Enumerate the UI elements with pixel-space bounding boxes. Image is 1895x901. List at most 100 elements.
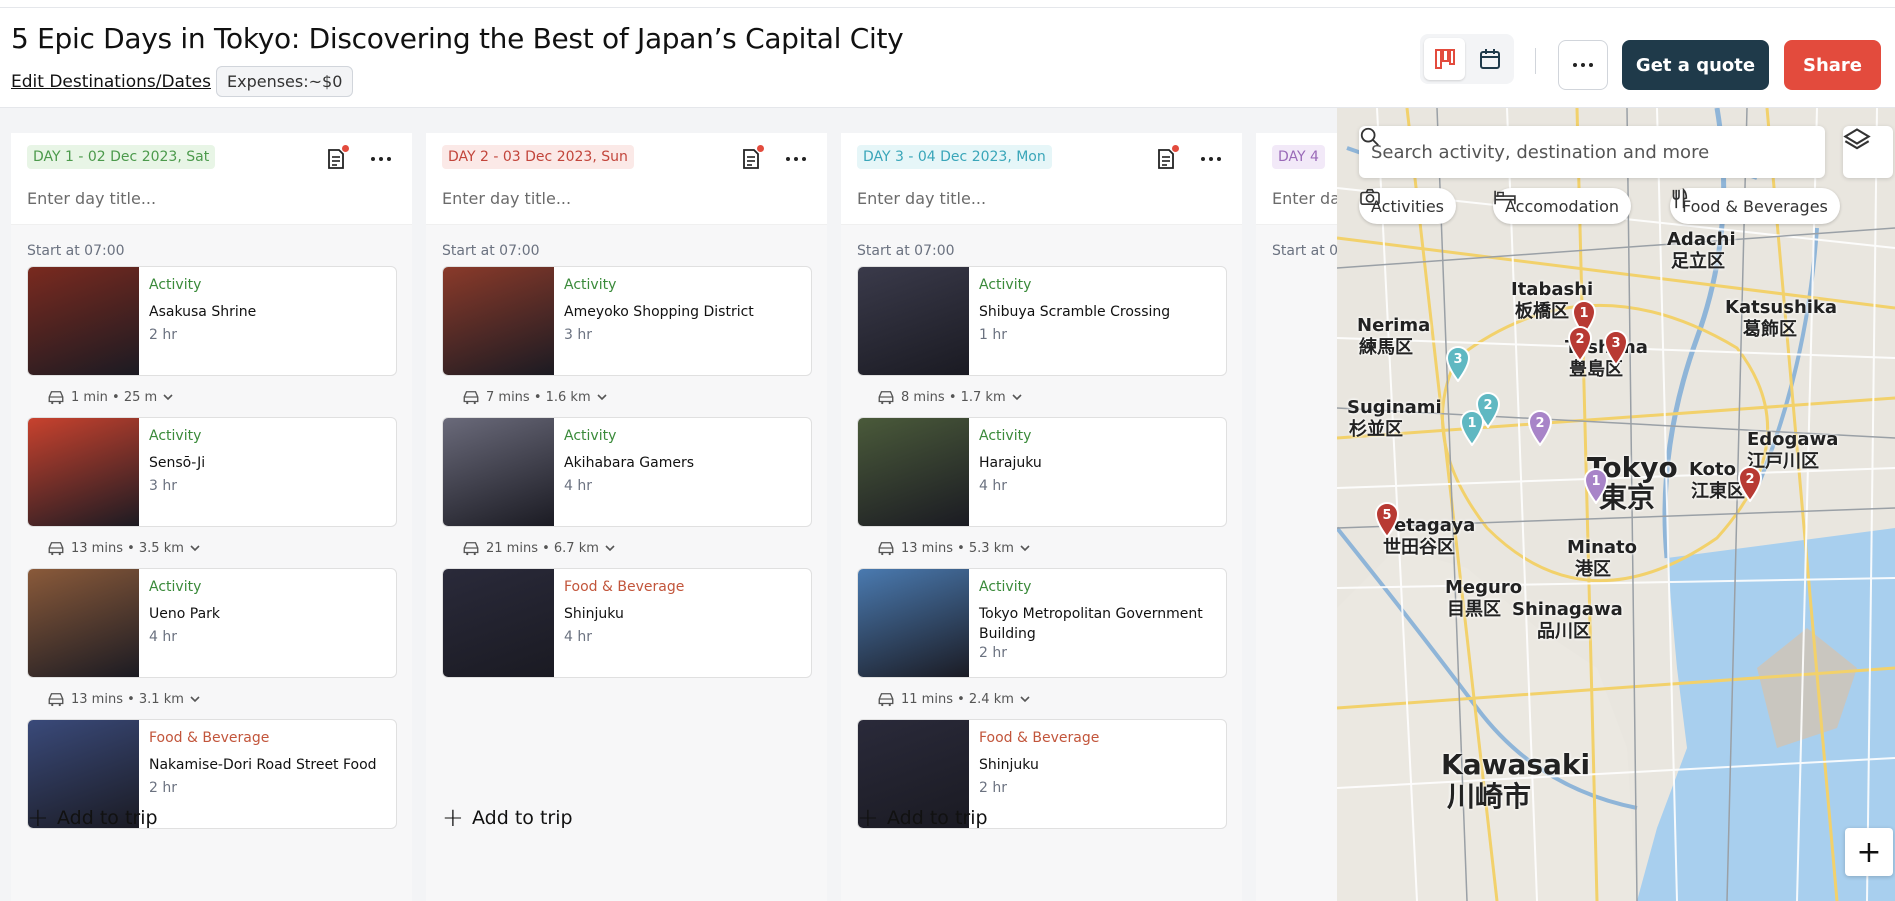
day-date: 04 Dec 2023, Mon [917, 149, 1046, 165]
travel-time[interactable]: 8 mins • 1.7 km [877, 386, 1022, 408]
day-date: 03 Dec 2023, Sun [502, 149, 628, 165]
itinerary-card[interactable]: Activity Sensō-Ji 3 hr [27, 417, 397, 527]
pin-marker-icon: 2 [1737, 466, 1763, 502]
get-quote-button[interactable]: Get a quote [1622, 40, 1769, 90]
expenses-label: Expenses: [227, 72, 309, 91]
accomodation-filter-chip[interactable]: Accomodation [1493, 188, 1632, 224]
chevron-down-icon [605, 545, 615, 552]
itinerary-card[interactable]: Activity Asakusa Shrine 2 hr [27, 266, 397, 376]
place-thumbnail [28, 569, 139, 677]
pin-number: 3 [1611, 336, 1620, 351]
card-duration: 2 hr [149, 780, 177, 796]
travel-text: 13 mins • 3.1 km [71, 691, 184, 707]
card-duration: 3 hr [564, 327, 592, 343]
travel-time[interactable]: 21 mins • 6.7 km [462, 537, 615, 559]
map-pin[interactable]: 1 [1581, 466, 1611, 504]
edit-destinations-link[interactable]: Edit Destinations/Dates [11, 72, 211, 92]
map-pin[interactable]: 2 [1735, 464, 1765, 502]
car-icon [878, 693, 894, 707]
day-number: DAY 4 [1278, 149, 1319, 165]
day-badge: DAY 4 [1272, 145, 1325, 169]
map-search-box [1359, 126, 1825, 178]
start-time: Start at 07:00 [442, 243, 540, 259]
map-pin[interactable]: 3 [1443, 344, 1473, 382]
food-beverages-filter-chip[interactable]: Food & Beverages [1670, 188, 1840, 224]
more-dots-icon [1573, 63, 1593, 67]
day-title-input[interactable] [27, 185, 387, 211]
travel-time[interactable]: 11 mins • 2.4 km [877, 688, 1030, 710]
map-label-kawasaki: Kawasaki [1441, 748, 1591, 781]
card-place-name: Asakusa Shrine [149, 304, 257, 320]
map-pin[interactable]: 2 [1525, 408, 1555, 446]
day-more-button[interactable] [366, 147, 396, 171]
calendar-icon [1479, 49, 1500, 69]
itinerary-card[interactable]: Activity Tokyo Metropolitan Government Bu… [857, 568, 1227, 678]
activities-chip-label: Activities [1371, 196, 1444, 216]
map-label-suginami: Suginami [1347, 397, 1442, 418]
day-badge: DAY 1 - 02 Dec 2023, Sat [27, 145, 216, 169]
travel-time[interactable]: 13 mins • 3.5 km [47, 537, 200, 559]
zoom-in-button[interactable]: + [1845, 828, 1893, 876]
notes-indicator-dot [757, 145, 764, 152]
start-time: Start at 07:00 [27, 243, 125, 259]
itinerary-card[interactable]: Activity Shibuya Scramble Crossing 1 hr [857, 266, 1227, 376]
travel-time[interactable]: 13 mins • 3.1 km [47, 688, 200, 710]
map-label-itabashi: Itabashi [1511, 279, 1594, 300]
calendar-view-button[interactable] [1469, 38, 1510, 80]
day-notes-button[interactable] [739, 145, 764, 171]
expenses-badge[interactable]: Expenses:~$0 [216, 66, 354, 97]
card-category: Activity [564, 277, 617, 293]
add-to-trip-button[interactable]: + Add to trip [442, 803, 573, 833]
day-notes-button[interactable] [1154, 145, 1179, 171]
header-divider [1535, 48, 1536, 74]
add-to-trip-button[interactable]: + Add to trip [857, 803, 988, 833]
day-title-input[interactable] [442, 185, 802, 211]
more-options-button[interactable] [1558, 40, 1608, 90]
itinerary-card[interactable]: Activity Akihabara Gamers 4 hr [442, 417, 812, 527]
map-layers-button[interactable] [1843, 126, 1893, 178]
day-title-input[interactable] [857, 185, 1217, 211]
board-view-button[interactable] [1424, 38, 1465, 80]
activities-filter-chip[interactable]: Activities [1359, 188, 1456, 224]
place-thumbnail [443, 569, 554, 677]
day-title-input[interactable] [1272, 185, 1337, 211]
card-place-name: Shibuya Scramble Crossing [979, 304, 1171, 320]
itinerary-card[interactable]: Activity Ameyoko Shopping District 3 hr [442, 266, 812, 376]
day-notes-button[interactable] [324, 145, 349, 171]
itinerary-card[interactable]: Activity Ueno Park 4 hr [27, 568, 397, 678]
map-label-shinagawa: Shinagawa [1512, 599, 1623, 620]
map-pin[interactable]: 3 [1601, 328, 1631, 366]
chevron-down-icon [1020, 696, 1030, 703]
notes-indicator-dot [342, 145, 349, 152]
pin-marker-icon: 2 [1567, 326, 1593, 362]
map-panel[interactable]: Activities Accomodation Food & Beverages… [1337, 108, 1895, 901]
itinerary-card[interactable]: Food & Beverage Shinjuku 4 hr [442, 568, 812, 678]
car-icon [878, 542, 894, 556]
travel-time[interactable]: 1 min • 25 m [47, 386, 173, 408]
map-search-input[interactable] [1371, 141, 1771, 163]
travel-time[interactable]: 13 mins • 5.3 km [877, 537, 1030, 559]
add-to-trip-label: Add to trip [57, 807, 158, 829]
place-thumbnail [28, 267, 139, 375]
pin-number: 5 [1382, 508, 1391, 523]
share-button[interactable]: Share [1784, 40, 1881, 90]
day-more-button[interactable] [1196, 147, 1226, 171]
card-category: Food & Beverage [149, 730, 270, 746]
map-pin[interactable]: 2 [1565, 324, 1595, 362]
add-to-trip-button[interactable]: + Add to trip [27, 803, 158, 833]
card-duration: 2 hr [979, 780, 1007, 796]
map-pin[interactable]: 1 [1457, 408, 1487, 446]
day-more-button[interactable] [781, 147, 811, 171]
pin-marker-icon: 1 [1459, 410, 1485, 446]
map-pin[interactable]: 5 [1372, 500, 1402, 538]
pin-marker-icon: 2 [1527, 410, 1553, 446]
car-icon [463, 391, 479, 405]
day-body: Start at 07:00 [1256, 225, 1337, 901]
travel-time[interactable]: 7 mins • 1.6 km [462, 386, 607, 408]
itinerary-card[interactable]: Activity Harajuku 4 hr [857, 417, 1227, 527]
map-label-nerima: Nerima [1357, 315, 1431, 336]
food-chip-label: Food & Beverages [1682, 196, 1828, 216]
place-thumbnail [858, 569, 969, 677]
car-icon [48, 693, 64, 707]
pin-number: 1 [1467, 416, 1476, 431]
